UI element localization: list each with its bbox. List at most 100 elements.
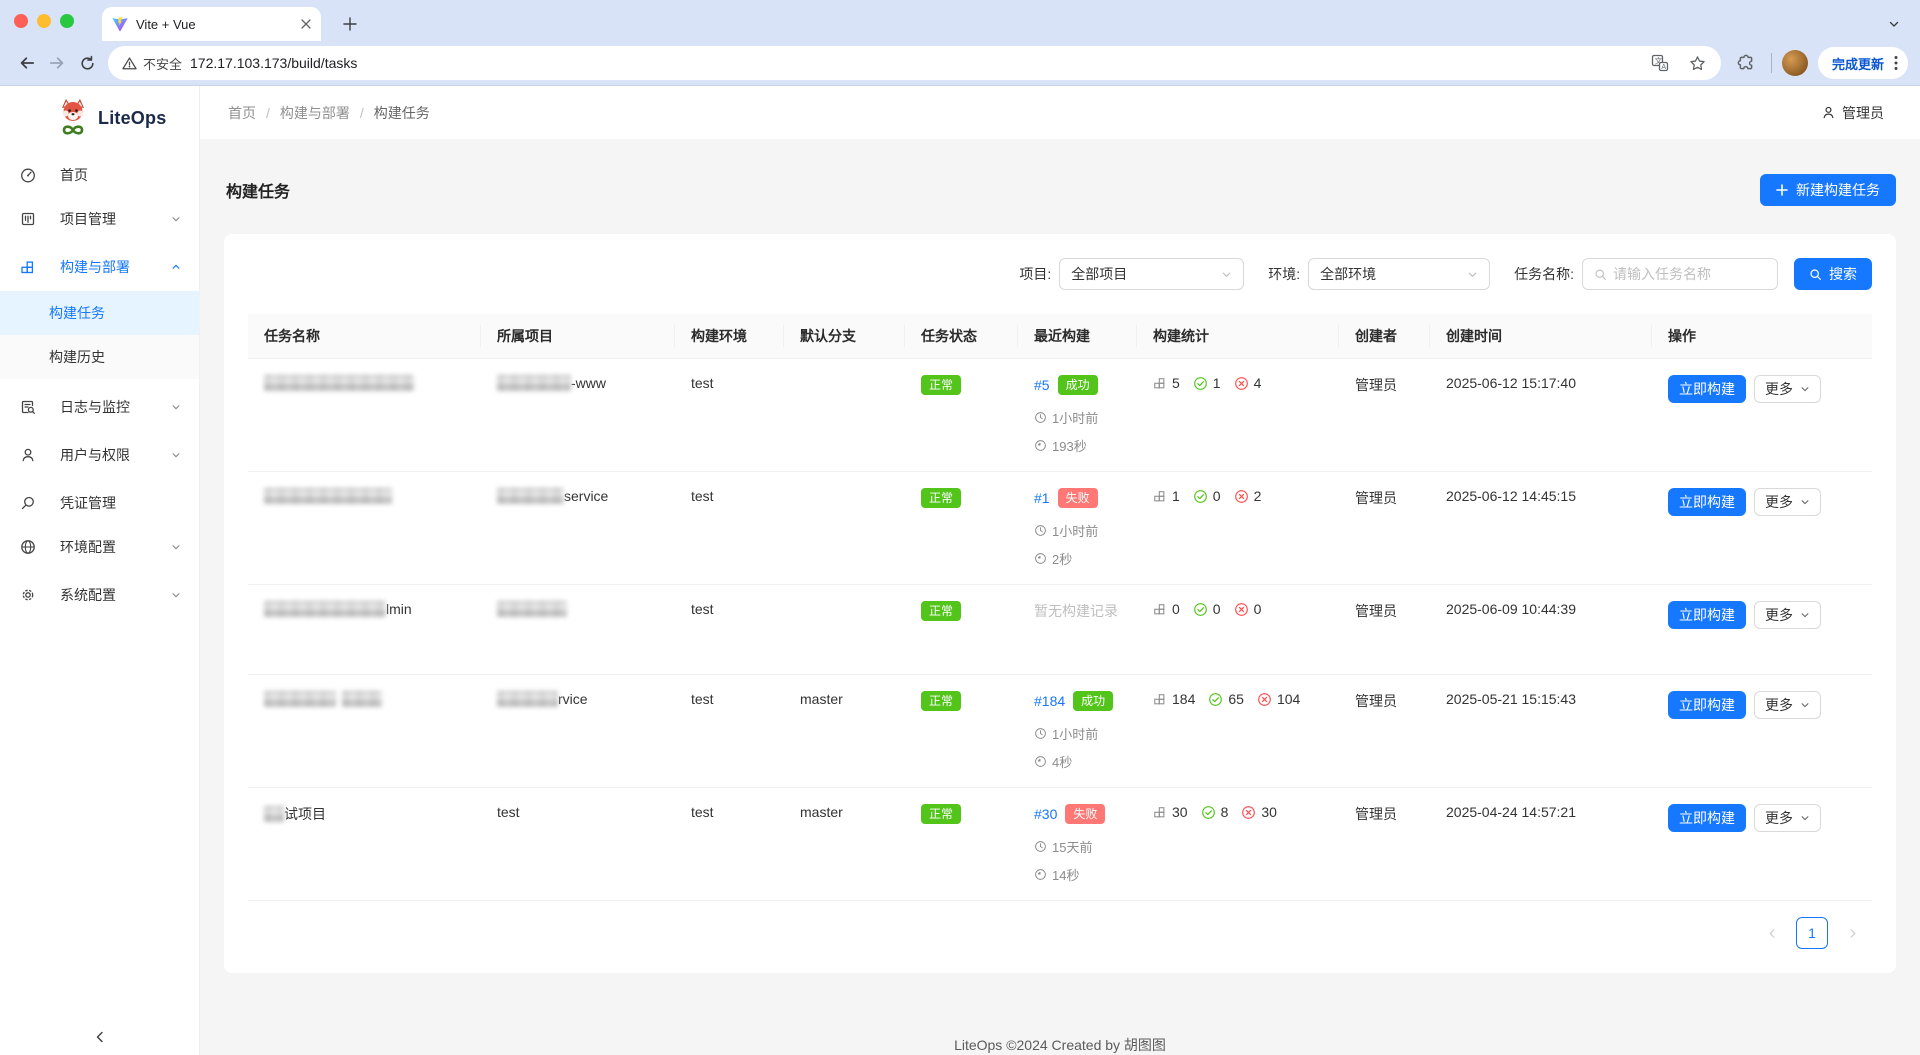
build-deploy-submenu: 构建任务 构建历史 — [0, 291, 199, 379]
build-number-link[interactable]: #1 — [1034, 490, 1050, 506]
close-circle-icon — [1241, 805, 1256, 820]
build-now-button[interactable]: 立即构建 — [1668, 488, 1746, 516]
url-text[interactable]: 172.17.103.173/build/tasks — [190, 55, 1637, 71]
close-window-button[interactable] — [14, 14, 28, 28]
build-number-link[interactable]: #184 — [1034, 693, 1065, 709]
bookmark-star-icon[interactable] — [1683, 48, 1713, 78]
chevron-up-icon — [171, 262, 181, 272]
sidebar-menu: 首页 项目管理 构建与部署 — [0, 155, 199, 615]
security-chip[interactable]: 不安全 — [122, 54, 182, 73]
chrome-update-button[interactable]: 完成更新 — [1818, 47, 1908, 79]
user-menu[interactable]: 管理员 — [1821, 103, 1884, 123]
search-icon — [1809, 268, 1822, 281]
log-monitor-icon — [20, 399, 36, 415]
status-badge: 正常 — [921, 375, 961, 395]
status-badge: 正常 — [921, 601, 961, 621]
sidebar-item-logs[interactable]: 日志与监控 — [0, 387, 199, 427]
sidebar-item-build-history[interactable]: 构建历史 — [0, 335, 199, 379]
build-time-ago: 1小时前 — [1052, 408, 1098, 427]
stat-success: 65 — [1228, 691, 1244, 707]
redacted-task-name — [264, 375, 414, 391]
new-build-task-button[interactable]: 新建构建任务 — [1760, 174, 1896, 206]
kebab-menu-icon[interactable] — [1894, 55, 1898, 71]
breadcrumb-current: 构建任务 — [374, 103, 430, 123]
next-page-button[interactable] — [1836, 917, 1868, 949]
check-circle-icon — [1201, 805, 1216, 820]
browser-tab[interactable]: Vite + Vue — [102, 7, 321, 41]
check-circle-icon — [1193, 489, 1208, 504]
translate-icon[interactable]: 文 A — [1645, 48, 1675, 78]
check-circle-icon — [1208, 692, 1223, 707]
stat-total: 184 — [1172, 691, 1195, 707]
sidebar-item-users[interactable]: 用户与权限 — [0, 435, 199, 475]
created-at: 2025-06-12 14:45:15 — [1446, 488, 1576, 504]
breadcrumb-section[interactable]: 构建与部署 — [280, 103, 350, 123]
build-result-badge: 失败 — [1058, 488, 1098, 508]
build-result-badge: 成功 — [1058, 375, 1098, 395]
redacted-project-name — [497, 375, 571, 391]
sidebar-item-build-tasks[interactable]: 构建任务 — [0, 291, 199, 335]
more-button[interactable]: 更多 — [1754, 804, 1821, 832]
extensions-puzzle-icon[interactable] — [1731, 48, 1761, 78]
url-bar[interactable]: 不安全 172.17.103.173/build/tasks 文 A — [108, 46, 1721, 80]
maximize-window-button[interactable] — [60, 14, 74, 28]
more-button[interactable]: 更多 — [1754, 691, 1821, 719]
warning-triangle-icon — [122, 56, 137, 71]
env-filter-select[interactable]: 全部环境 — [1308, 258, 1490, 290]
build-now-button[interactable]: 立即构建 — [1668, 601, 1746, 629]
close-circle-icon — [1234, 602, 1249, 617]
page-number-1[interactable]: 1 — [1796, 917, 1828, 949]
build-now-button[interactable]: 立即构建 — [1668, 375, 1746, 403]
build-result-badge: 成功 — [1073, 691, 1113, 711]
tab-close-icon[interactable] — [301, 19, 311, 29]
build-number-link[interactable]: #5 — [1034, 377, 1050, 393]
filter-bar: 项目: 全部项目 环境: 全部环境 任务名称: — [248, 258, 1872, 290]
app-logo[interactable]: LiteOps — [56, 98, 199, 138]
sidebar-item-env[interactable]: 环境配置 — [0, 527, 199, 567]
build-now-button[interactable]: 立即构建 — [1668, 804, 1746, 832]
col-build-stats: 构建统计 — [1137, 314, 1339, 359]
sidebar-item-system[interactable]: 系统配置 — [0, 575, 199, 615]
credential-search-icon — [20, 495, 36, 511]
forward-button[interactable] — [42, 48, 72, 78]
more-button[interactable]: 更多 — [1754, 488, 1821, 516]
stat-success: 0 — [1213, 488, 1221, 504]
created-at: 2025-04-24 14:57:21 — [1446, 804, 1576, 820]
back-button[interactable] — [12, 48, 42, 78]
sidebar-item-build-deploy[interactable]: 构建与部署 — [0, 247, 199, 287]
col-created-at: 创建时间 — [1430, 314, 1652, 359]
build-now-button[interactable]: 立即构建 — [1668, 691, 1746, 719]
stat-total: 30 — [1172, 804, 1188, 820]
chevron-down-icon — [171, 402, 181, 412]
project-filter-select[interactable]: 全部项目 — [1059, 258, 1244, 290]
col-project: 所属项目 — [481, 314, 675, 359]
profile-avatar[interactable] — [1782, 50, 1808, 76]
task-name-input[interactable] — [1613, 266, 1766, 282]
build-number-link[interactable]: #30 — [1034, 806, 1057, 822]
col-task-name: 任务名称 — [248, 314, 481, 359]
sidebar-collapse-button[interactable] — [0, 1031, 199, 1043]
build-tasks-card: 项目: 全部项目 环境: 全部环境 任务名称: — [224, 234, 1896, 973]
stat-failed: 30 — [1261, 804, 1277, 820]
new-tab-button[interactable] — [336, 10, 364, 38]
prev-page-button[interactable] — [1756, 917, 1788, 949]
sidebar-item-project[interactable]: 项目管理 — [0, 199, 199, 239]
chevron-down-icon — [171, 590, 181, 600]
reload-button[interactable] — [72, 48, 102, 78]
person-icon — [1821, 105, 1836, 120]
more-button[interactable]: 更多 — [1754, 375, 1821, 403]
env-value: test — [691, 488, 714, 504]
search-button[interactable]: 搜索 — [1794, 258, 1872, 290]
sidebar-item-home[interactable]: 首页 — [0, 155, 199, 195]
sidebar: LiteOps 首页 项目管理 — [0, 86, 200, 1055]
breadcrumb-home[interactable]: 首页 — [228, 103, 256, 123]
stat-failed: 2 — [1254, 488, 1262, 504]
col-branch: 默认分支 — [784, 314, 905, 359]
build-time-ago: 1小时前 — [1052, 724, 1098, 743]
more-button[interactable]: 更多 — [1754, 601, 1821, 629]
redacted-task-name — [264, 691, 336, 707]
minimize-window-button[interactable] — [37, 14, 51, 28]
duration-timer-icon — [1034, 755, 1047, 768]
tab-search-chevron-icon[interactable] — [1880, 10, 1908, 38]
sidebar-item-credentials[interactable]: 凭证管理 — [0, 483, 199, 523]
